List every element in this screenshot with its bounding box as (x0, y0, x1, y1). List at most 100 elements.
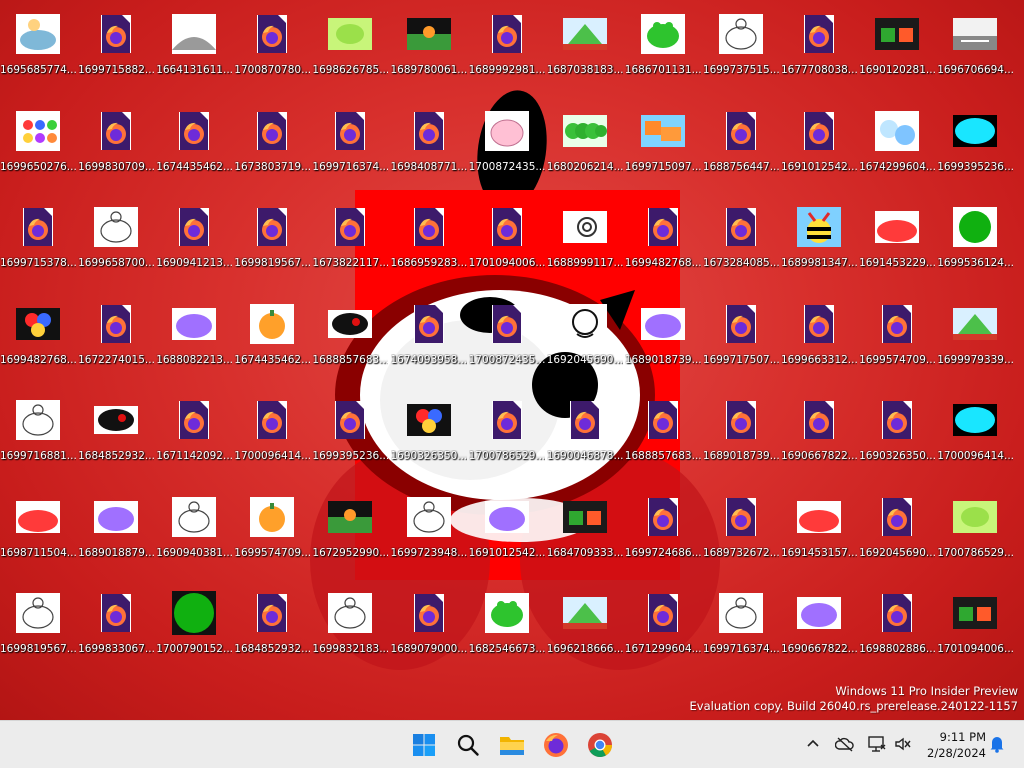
desktop-file-icon[interactable]: 1699658700.... (78, 199, 154, 283)
desktop-file-icon[interactable]: 1673822117.... (312, 199, 388, 283)
desktop-file-icon[interactable]: 1699715378.... (0, 199, 76, 283)
desktop-file-icon[interactable]: 1689981347.... (781, 199, 857, 283)
desktop-file-icon[interactable]: 1699723948.... (391, 489, 467, 573)
desktop-file-icon[interactable]: 1688756447.... (703, 103, 779, 187)
desktop-file-icon[interactable]: 1699724686.... (625, 489, 701, 573)
desktop-file-icon[interactable]: 1699832183.... (312, 585, 388, 669)
desktop-file-icon[interactable]: 1700096414.... (937, 392, 1013, 476)
desktop-file-icon[interactable]: 1671299604.... (625, 585, 701, 669)
desktop-file-icon[interactable]: 1688082213.... (156, 296, 232, 380)
desktop-file-icon[interactable]: 1689018739.... (625, 296, 701, 380)
desktop-file-icon[interactable]: 1691453229.... (859, 199, 935, 283)
desktop-file-icon[interactable]: 1689018879.... (78, 489, 154, 573)
desktop-file-icon[interactable]: 1691012542.... (469, 489, 545, 573)
desktop-file-icon[interactable]: 1698802886.... (859, 585, 935, 669)
search-button[interactable] (450, 727, 486, 763)
desktop-file-icon[interactable]: 1696706694.... (937, 6, 1013, 90)
desktop-file-icon[interactable]: 1700872435.... (469, 296, 545, 380)
desktop-file-icon[interactable]: 1699737515.... (703, 6, 779, 90)
desktop-file-icon[interactable]: 1664131611.... (156, 6, 232, 90)
desktop-file-icon[interactable]: 1680206214.... (547, 103, 623, 187)
desktop-file-icon[interactable]: 1682546673.... (469, 585, 545, 669)
desktop-file-icon[interactable]: 1672952990.... (312, 489, 388, 573)
desktop-file-icon[interactable]: 1684709333.... (547, 489, 623, 573)
desktop-file-icon[interactable]: 1700096414.... (234, 392, 310, 476)
show-hidden-icons-button[interactable] (802, 733, 824, 755)
desktop-file-icon[interactable]: 1677708038.... (781, 6, 857, 90)
desktop-file-icon[interactable]: 1699715882.... (78, 6, 154, 90)
desktop-file-icon[interactable]: 1699979339.... (937, 296, 1013, 380)
desktop-file-icon[interactable]: 1696218666.... (547, 585, 623, 669)
desktop-file-icon[interactable]: 1699482768.... (625, 199, 701, 283)
desktop-file-icon[interactable]: 1699833067.... (78, 585, 154, 669)
desktop-file-icon[interactable]: 1673803719.... (234, 103, 310, 187)
volume-tray-button[interactable] (892, 733, 914, 755)
desktop-file-icon[interactable]: 1673284085.... (703, 199, 779, 283)
desktop-file-icon[interactable]: 1690667822.... (781, 585, 857, 669)
desktop-file-icon[interactable]: 1674093958.... (391, 296, 467, 380)
desktop-file-icon[interactable]: 1688857683.... (625, 392, 701, 476)
desktop-file-icon[interactable]: 1692045690.... (547, 296, 623, 380)
desktop-file-icon[interactable]: 1699830709.... (78, 103, 154, 187)
desktop-file-icon[interactable]: 1699650276.... (0, 103, 76, 187)
desktop-file-icon[interactable]: 1699482768.... (0, 296, 76, 380)
desktop-file-icon[interactable]: 1689780061.... (391, 6, 467, 90)
start-button[interactable] (406, 727, 442, 763)
desktop-file-icon[interactable]: 1699395236.... (937, 103, 1013, 187)
desktop-file-icon[interactable]: 1689992981.... (469, 6, 545, 90)
network-tray-button[interactable] (866, 733, 888, 755)
desktop-file-icon[interactable]: 1686959283.... (391, 199, 467, 283)
desktop-file-icon[interactable]: 1699536124.... (937, 199, 1013, 283)
desktop-file-icon[interactable]: 1690667822.... (781, 392, 857, 476)
onedrive-tray-button[interactable] (834, 733, 856, 755)
desktop-file-icon[interactable]: 1689732672.... (703, 489, 779, 573)
desktop-file-icon[interactable]: 1674299604.... (859, 103, 935, 187)
desktop-file-icon[interactable]: 1690326350.... (859, 392, 935, 476)
desktop-file-icon[interactable]: 1684852932.... (234, 585, 310, 669)
desktop-file-icon[interactable]: 1699574709.... (234, 489, 310, 573)
desktop-file-icon[interactable]: 1699716374.... (312, 103, 388, 187)
desktop-file-icon[interactable]: 1700872435.... (469, 103, 545, 187)
desktop-file-icon[interactable]: 1698408771.... (391, 103, 467, 187)
desktop-file-icon[interactable]: 1686701131.... (625, 6, 701, 90)
desktop-file-icon[interactable]: 1698626785.... (312, 6, 388, 90)
desktop-file-icon[interactable]: 1688857683.... (312, 296, 388, 380)
desktop-file-icon[interactable]: 1690046878.... (547, 392, 623, 476)
desktop-file-icon[interactable]: 1674435462.... (156, 103, 232, 187)
desktop-file-icon[interactable]: 1688999117.... (547, 199, 623, 283)
desktop-file-icon[interactable]: 1701094006.... (469, 199, 545, 283)
desktop-file-icon[interactable]: 1691453157.... (781, 489, 857, 573)
desktop-file-icon[interactable]: 1699716374.... (703, 585, 779, 669)
desktop-file-icon[interactable]: 1690941213.... (156, 199, 232, 283)
desktop-file-icon[interactable]: 1699716881.... (0, 392, 76, 476)
desktop-file-icon[interactable]: 1698711504.... (0, 489, 76, 573)
desktop-file-icon[interactable]: 1699574709.... (859, 296, 935, 380)
desktop-file-icon[interactable]: 1699717507.... (703, 296, 779, 380)
desktop-file-icon[interactable]: 1699663312.... (781, 296, 857, 380)
desktop-file-icon[interactable]: 1690940381.... (156, 489, 232, 573)
taskbar-clock[interactable]: 9:11 PM 2/28/2024 (914, 729, 986, 761)
desktop-file-icon[interactable]: 1684852932.... (78, 392, 154, 476)
desktop-file-icon[interactable]: 1671142092.... (156, 392, 232, 476)
desktop-file-icon[interactable]: 1700870780.... (234, 6, 310, 90)
desktop-file-icon[interactable]: 1700786529.... (937, 489, 1013, 573)
desktop[interactable]: 1695685774.... 1699715882.... 1664131611..… (0, 0, 1024, 720)
desktop-file-icon[interactable]: 1699819567.... (0, 585, 76, 669)
desktop-file-icon[interactable]: 1690120281.... (859, 6, 935, 90)
desktop-file-icon[interactable]: 1699395236.... (312, 392, 388, 476)
desktop-file-icon[interactable]: 1689079000.... (391, 585, 467, 669)
desktop-file-icon[interactable]: 1699819567.... (234, 199, 310, 283)
firefox-taskbar-button[interactable] (538, 727, 574, 763)
desktop-file-icon[interactable]: 1701094006.... (937, 585, 1013, 669)
desktop-file-icon[interactable]: 1690326350.... (391, 392, 467, 476)
desktop-file-icon[interactable]: 1700786529.... (469, 392, 545, 476)
desktop-file-icon[interactable]: 1689018739.... (703, 392, 779, 476)
file-explorer-button[interactable] (494, 727, 530, 763)
notification-center-button[interactable] (986, 733, 1008, 755)
desktop-file-icon[interactable]: 1695685774.... (0, 6, 76, 90)
desktop-file-icon[interactable]: 1692045690.... (859, 489, 935, 573)
chrome-taskbar-button[interactable] (582, 727, 618, 763)
desktop-file-icon[interactable]: 1687038183.... (547, 6, 623, 90)
desktop-file-icon[interactable]: 1699715097.... (625, 103, 701, 187)
desktop-file-icon[interactable]: 1691012542.... (781, 103, 857, 187)
